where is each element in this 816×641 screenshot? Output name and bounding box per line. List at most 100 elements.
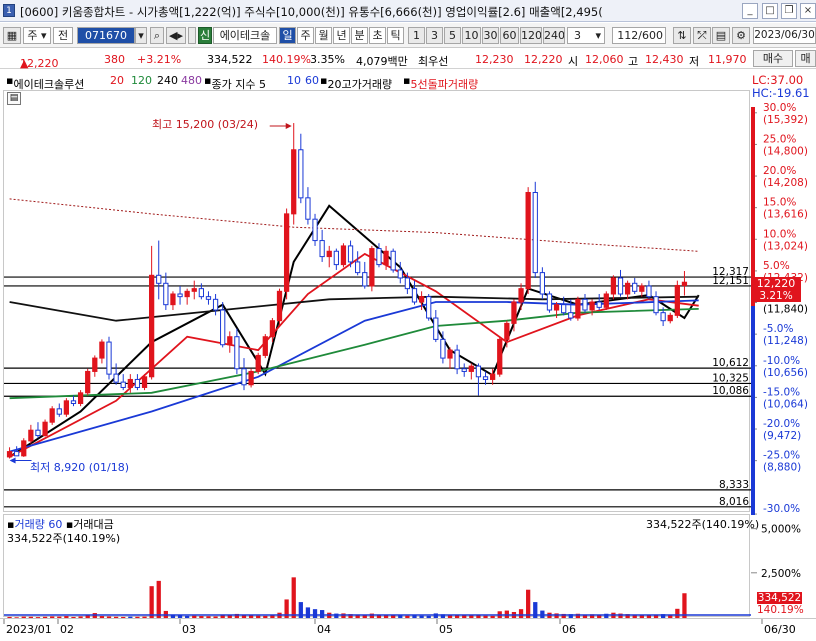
candle-body [35, 429, 41, 437]
x-axis-label: 03 [182, 623, 196, 636]
interval-button[interactable]: 10 [462, 27, 481, 44]
settings-icon[interactable]: ⚙ [732, 27, 750, 44]
close-index-10[interactable]: 10 [287, 74, 301, 87]
interval-button[interactable]: 240 [543, 27, 565, 44]
ma-line-0 [9, 204, 700, 458]
restore-icon[interactable]: ❐ [781, 3, 797, 19]
period-button[interactable]: 월 [315, 27, 332, 44]
candle-body [85, 370, 91, 394]
toolbar: ▦ 주 ▾ 전 071670 ▾ ⌕ ◀▸ 신 에이테크솔 일주월년분초틱 13… [0, 23, 816, 48]
ma-20-legend[interactable]: 20 [110, 74, 124, 87]
grid-icon[interactable]: ▦ [3, 27, 21, 44]
candle-body [674, 284, 680, 316]
candle-body [156, 274, 162, 284]
candle-body [14, 451, 20, 457]
date-input[interactable]: 2023/06/30 [753, 27, 816, 44]
axis-pct-label: 30.0% [763, 102, 796, 114]
candle-body [212, 298, 219, 311]
x-axis-label: 06 [562, 623, 576, 636]
interval-button[interactable]: 60 [500, 27, 519, 44]
period-button[interactable]: 틱 [387, 27, 404, 44]
candle-body [426, 296, 432, 319]
candle-body [326, 250, 332, 258]
period-button[interactable]: 일 [279, 27, 296, 44]
ma-240-legend[interactable]: 240 [157, 74, 178, 87]
interval-button[interactable]: 5 [444, 27, 461, 44]
volume-value: 334,522 [207, 53, 253, 66]
candle-body [21, 440, 27, 457]
interval-button[interactable]: 3 [426, 27, 443, 44]
candle-body [141, 376, 148, 388]
price-axis: LC:37.00 HC:-19.61 30.0% (15,392) 25.0% (14… [751, 70, 816, 515]
candle-body [653, 296, 659, 314]
draw-icon[interactable]: ⤱ [693, 27, 711, 44]
overlay-1-legend[interactable]: ▪ 20고가거래량 [320, 74, 392, 91]
period-button[interactable]: 분 [351, 27, 368, 44]
volume-bar [149, 586, 154, 618]
candle-body [205, 296, 212, 300]
close-icon[interactable]: × [800, 3, 816, 19]
ma-120-legend[interactable]: 120 [131, 74, 152, 87]
date-axis: 2023/01 02 03 04 05 06 06/30 [0, 618, 816, 637]
candle-body [113, 373, 119, 383]
axis-price-label: (10,064) [763, 398, 808, 410]
axis-price-label: (10,656) [763, 367, 808, 379]
search-icon[interactable]: ⌕ [150, 27, 164, 44]
open-price: 12,060 [585, 53, 624, 66]
period-button[interactable]: 초 [369, 27, 386, 44]
interval-input[interactable]: 3 ▾ [567, 27, 605, 44]
candle-body [305, 197, 311, 220]
candle-body [660, 312, 666, 322]
ma-line-3 [9, 308, 699, 400]
max-arrow-head [285, 123, 292, 130]
candle-body [234, 336, 240, 370]
candle-body [319, 240, 325, 258]
save-icon[interactable]: ▤ [712, 27, 730, 44]
range-bar-down [751, 306, 755, 515]
speaker-icon[interactable]: ◀▸ [166, 27, 186, 44]
volume-box: 334,522 [757, 592, 802, 604]
candle-body [220, 309, 226, 346]
close-index-60[interactable]: 60 [305, 74, 319, 87]
current-price-box: 12,220 [751, 277, 801, 290]
volume-chart-area[interactable]: ▪거래량 60 ▪거래대금 334,522주(140.19%) 334,522주… [3, 514, 759, 618]
stock-name-field[interactable]: 에이테크솔 [213, 27, 277, 44]
minimize-icon[interactable]: _ [742, 3, 758, 19]
chart-type-icon[interactable]: ⇅ [673, 27, 691, 44]
x-axis-label: 04 [317, 623, 331, 636]
price-chart: 12,31712,15110,61210,32510,0868,3338,016 [4, 123, 751, 508]
stock-code-input[interactable]: 071670 [77, 27, 135, 44]
candle-body [355, 261, 361, 274]
candle-body [468, 365, 474, 372]
axis-price-label: (13,024) [763, 240, 808, 252]
period-select[interactable]: 주 ▾ [23, 27, 51, 44]
interval-button[interactable]: 1 [408, 27, 425, 44]
interval-button[interactable]: 120 [520, 27, 542, 44]
line-value-label: 8,333 [719, 479, 749, 491]
series-legend[interactable]: ▪ 에이테크솔루션 [6, 74, 84, 91]
min-arrow-head [9, 457, 16, 464]
ma-480-legend[interactable]: 480 [181, 74, 202, 87]
axis-pct-label: -25.0% [763, 450, 800, 462]
period-button[interactable]: 주 [297, 27, 314, 44]
line-value-label: 8,016 [719, 496, 749, 508]
prior-label: 최우선 [418, 55, 449, 68]
candle-body [596, 301, 602, 308]
overlay-2-legend[interactable]: ▪ 5선돌파거래량 [403, 74, 478, 91]
axis-pct-label: 15.0% [763, 197, 796, 209]
maximize-icon[interactable]: □ [762, 3, 778, 19]
interval-button[interactable]: 30 [482, 27, 499, 44]
candle-body [56, 408, 62, 415]
candle-body [70, 400, 77, 404]
period-button[interactable]: 년 [333, 27, 350, 44]
buy-button[interactable]: 매수 [753, 50, 793, 67]
prev-button[interactable]: 전 [53, 27, 73, 44]
price-chart-area[interactable]: 12,317 12,151 10,612 10,325 10,086 8,333 8,016… [3, 90, 751, 512]
sell-button[interactable]: 매 [795, 50, 816, 67]
candle-body [127, 378, 133, 388]
close-index-legend[interactable]: ▪ 종가 지수 5 [204, 74, 266, 91]
candle-body [582, 298, 588, 311]
candle-body [269, 320, 276, 338]
code-dropdown-icon[interactable]: ▾ [135, 27, 147, 44]
count-input[interactable]: 112/600 [612, 27, 666, 44]
